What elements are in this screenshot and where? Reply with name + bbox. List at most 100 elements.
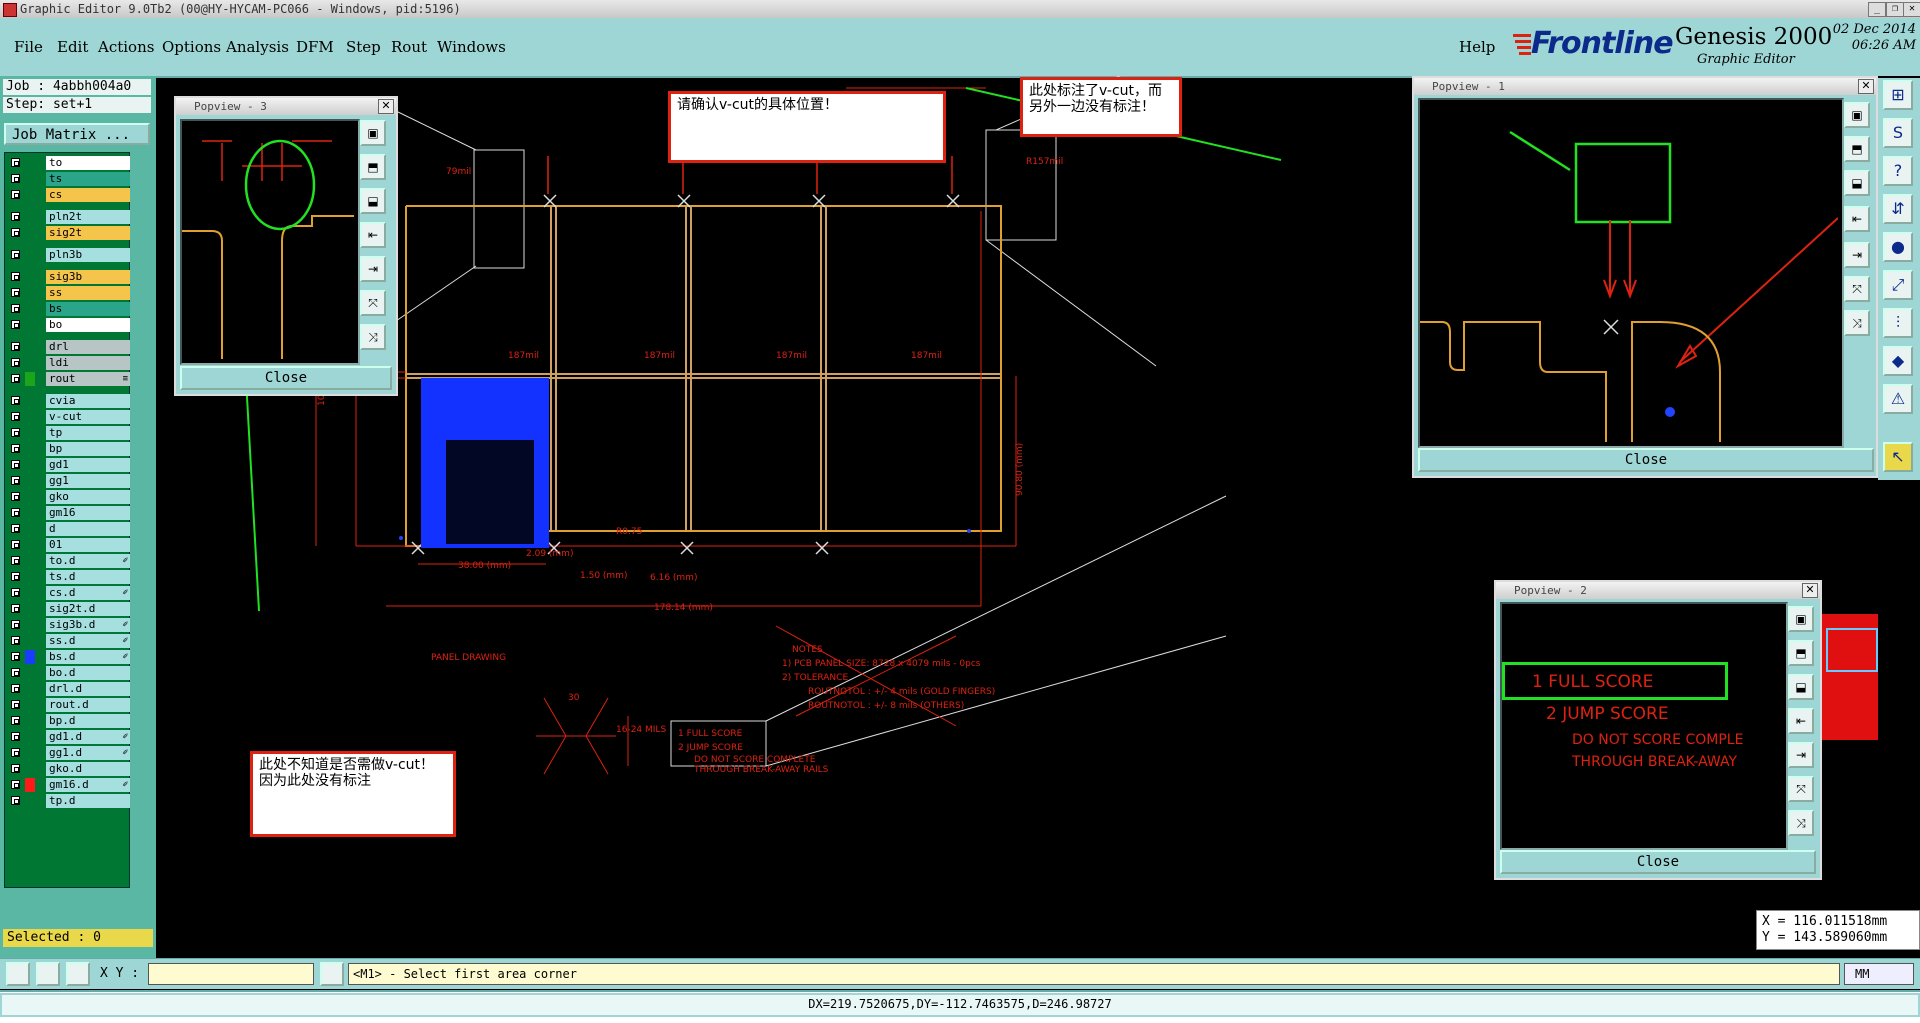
popview-1-tool-4[interactable]: ⇤ [1844, 206, 1870, 232]
layer-name[interactable]: gm16.d ✐ [46, 778, 130, 792]
menu-edit[interactable]: Edit [57, 38, 88, 56]
layer-checkbox[interactable] [11, 476, 20, 485]
layer-checkbox[interactable] [11, 320, 20, 329]
layer-checkbox[interactable] [11, 492, 20, 501]
units-select[interactable]: MM [1844, 963, 1914, 985]
popview-1-tool-6[interactable]: ⤧ [1844, 276, 1870, 302]
layer-name[interactable]: bs.d ✐ [46, 650, 130, 664]
layer-checkbox[interactable] [11, 636, 20, 645]
layer-checkbox[interactable] [11, 556, 20, 565]
layer-name[interactable]: drl [46, 340, 130, 354]
layer-name[interactable]: tp.d [46, 794, 130, 808]
layer-name[interactable]: rout ≡ [46, 372, 130, 386]
layer-name[interactable]: gg1 [46, 474, 130, 488]
popview-2-tool-6[interactable]: ⤧ [1788, 776, 1814, 802]
layer-row-v-cut[interactable]: v-cut [8, 410, 130, 424]
layer-name[interactable]: cvia [46, 394, 130, 408]
layer-checkbox[interactable] [11, 604, 20, 613]
layer-row-to[interactable]: to [8, 156, 130, 170]
popview-3-tool-7[interactable]: ⤨ [360, 324, 386, 350]
popview-3-close-button[interactable]: Close [180, 366, 392, 390]
popview-2-close-button[interactable]: Close [1500, 850, 1816, 874]
layer-row-bo.d[interactable]: bo.d [8, 666, 130, 680]
layer-row-tp.d[interactable]: tp.d [8, 794, 130, 808]
popview-1-tool-1[interactable]: ▣ [1844, 102, 1870, 128]
layer-checkbox[interactable] [11, 412, 20, 421]
layer-row-bo[interactable]: bo [8, 318, 130, 332]
popview-3-close-icon[interactable]: ✕ [378, 99, 394, 114]
layer-checkbox[interactable] [11, 780, 20, 789]
layer-name[interactable]: cs.d ✐ [46, 586, 130, 600]
layer-checkbox[interactable] [11, 668, 20, 677]
popview-2-tool-4[interactable]: ⇤ [1788, 708, 1814, 734]
layer-name[interactable]: bo.d [46, 666, 130, 680]
layer-checkbox[interactable] [11, 572, 20, 581]
layer-row-drl[interactable]: drl [8, 340, 130, 354]
layer-row-to.d[interactable]: to.d ✐ [8, 554, 130, 568]
layer-checkbox[interactable] [11, 748, 20, 757]
layer-checkbox[interactable] [11, 272, 20, 281]
layer-row-ts.d[interactable]: ts.d [8, 570, 130, 584]
layer-row-d[interactable]: d [8, 522, 130, 536]
measure-icon[interactable] [36, 962, 60, 986]
popview-2-tool-3[interactable]: ⬓ [1788, 674, 1814, 700]
menu-windows[interactable]: Windows [437, 38, 506, 56]
layer-checkbox[interactable] [11, 190, 20, 199]
layout-tool-icon[interactable]: ⊞ [1883, 80, 1913, 110]
layer-name[interactable]: gg1.d ✐ [46, 746, 130, 760]
help-tool-icon[interactable]: ? [1883, 156, 1913, 186]
layer-name[interactable]: rout.d [46, 698, 130, 712]
job-matrix-button[interactable]: Job Matrix ... [4, 123, 150, 145]
layer-name[interactable]: sig3b [46, 270, 130, 284]
layer-name[interactable]: tp [46, 426, 130, 440]
layer-name[interactable]: pln2t [46, 210, 130, 224]
layer-name[interactable]: cs [46, 188, 130, 202]
layer-name[interactable]: pln3b [46, 248, 130, 262]
layer-name[interactable]: bp.d [46, 714, 130, 728]
layer-row-bs.d[interactable]: bs.d ✐ [8, 650, 130, 664]
popview-1-tool-2[interactable]: ⬒ [1844, 136, 1870, 162]
layer-checkbox[interactable] [11, 212, 20, 221]
layer-row-tp[interactable]: tp [8, 426, 130, 440]
popview-3-tool-4[interactable]: ⇤ [360, 222, 386, 248]
grid-icon[interactable] [66, 962, 90, 986]
snap-tool-icon[interactable]: S [1883, 118, 1913, 148]
layer-row-01[interactable]: 01 [8, 538, 130, 552]
layer-row-ts[interactable]: ts [8, 172, 130, 186]
layer-name[interactable]: bs [46, 302, 130, 316]
zoom-area-icon[interactable] [6, 962, 30, 986]
layer-checkbox[interactable] [11, 342, 20, 351]
layer-name[interactable]: ss.d ✐ [46, 634, 130, 648]
popview-1-tool-7[interactable]: ⤨ [1844, 310, 1870, 336]
layer-row-bp[interactable]: bp [8, 442, 130, 456]
popview-1-close-icon[interactable]: ✕ [1858, 79, 1874, 94]
menu-options[interactable]: Options [162, 38, 221, 56]
layer-row-gko.d[interactable]: gko.d [8, 762, 130, 776]
menu-step[interactable]: Step [346, 38, 381, 56]
layer-row-bs[interactable]: bs [8, 302, 130, 316]
layer-checkbox[interactable] [11, 764, 20, 773]
layer-row-bp.d[interactable]: bp.d [8, 714, 130, 728]
minimize-button[interactable]: _ [1868, 2, 1886, 17]
measure-tool-icon[interactable]: ⇵ [1883, 194, 1913, 224]
layer-name[interactable]: ss [46, 286, 130, 300]
layer-name[interactable]: v-cut [46, 410, 130, 424]
menu-analysis[interactable]: Analysis [226, 38, 289, 56]
layer-row-cs.d[interactable]: cs.d ✐ [8, 586, 130, 600]
popview-1-canvas[interactable] [1418, 98, 1844, 448]
layer-name[interactable]: gko.d [46, 762, 130, 776]
layer-row-gm16[interactable]: gm16 [8, 506, 130, 520]
layer-name[interactable]: d [46, 522, 130, 536]
layer-checkbox[interactable] [11, 620, 20, 629]
layer-checkbox[interactable] [11, 444, 20, 453]
pad-tool-icon[interactable]: ● [1883, 232, 1913, 262]
layer-name[interactable]: to.d ✐ [46, 554, 130, 568]
layer-checkbox[interactable] [11, 250, 20, 259]
layer-name[interactable]: ts [46, 172, 130, 186]
layer-row-gg1[interactable]: gg1 [8, 474, 130, 488]
pointer-tool-icon[interactable]: ↖ [1883, 442, 1913, 472]
layer-checkbox[interactable] [11, 508, 20, 517]
layer-name[interactable]: gm16 [46, 506, 130, 520]
popview-2-close-icon[interactable]: ✕ [1802, 583, 1818, 598]
route-tool-icon[interactable]: ⤢ [1883, 270, 1913, 300]
